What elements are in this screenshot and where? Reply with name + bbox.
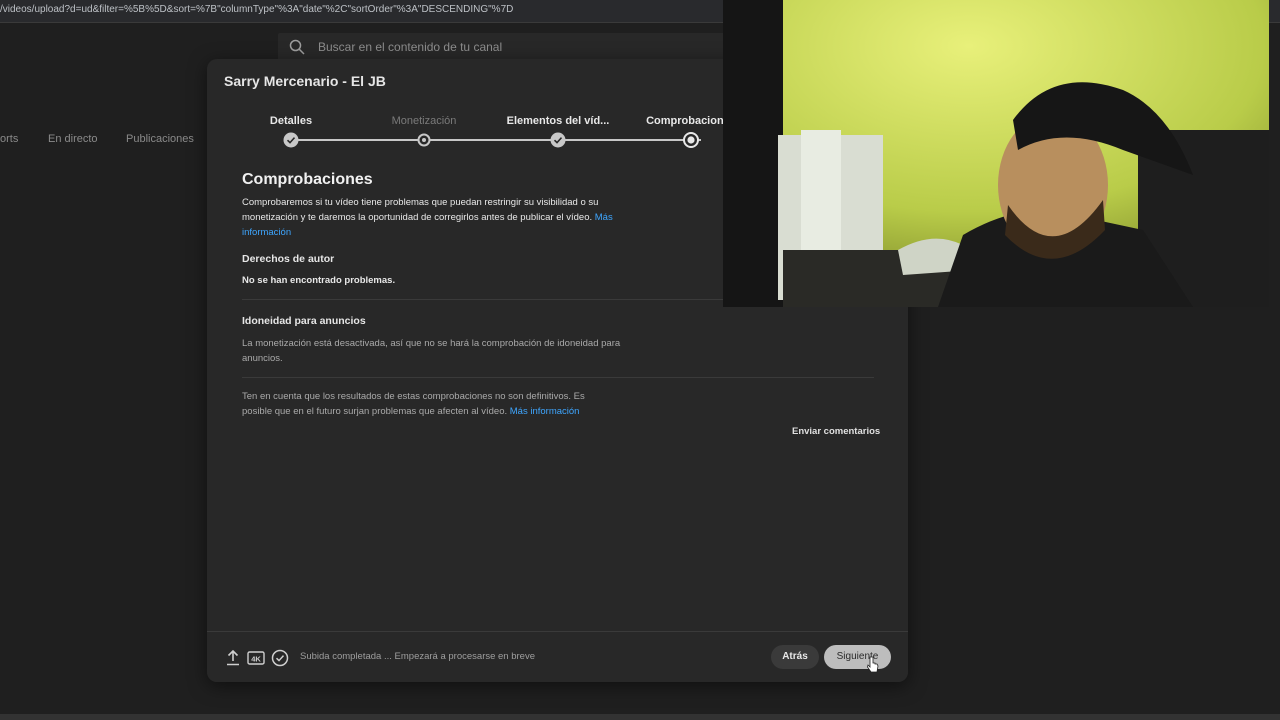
check-circle-icon [550, 132, 566, 148]
tab-live[interactable]: En directo [48, 133, 98, 145]
upload-status: Subida completada ... Empezará a procesa… [300, 651, 535, 662]
back-button[interactable]: Atrás [771, 645, 819, 669]
4k-icon: 4K [247, 651, 265, 665]
copyright-title: Derechos de autor [242, 253, 335, 265]
channel-search-input[interactable]: Buscar en el contenido de tu canal [278, 33, 728, 61]
step-details[interactable]: Detalles [221, 113, 361, 163]
copyright-status: No se han encontrado problemas. [242, 275, 396, 286]
step-dot-icon [417, 133, 431, 147]
step-label: Monetización [391, 115, 457, 127]
checks-note: Ten en cuenta que los resultados de esta… [242, 389, 602, 419]
step-video-elements[interactable]: Elementos del víd... [488, 113, 628, 163]
webcam-overlay [723, 0, 1269, 307]
current-step-icon [683, 132, 699, 148]
step-label: Detalles [269, 115, 313, 127]
ads-suitability-title: Idoneidad para anuncios [242, 315, 366, 327]
upload-icon [227, 649, 239, 666]
step-monetization: Monetización [354, 113, 494, 163]
check-circle-icon [283, 132, 299, 148]
search-icon [289, 39, 305, 55]
step-label: Elementos del víd... [506, 115, 610, 127]
tab-posts[interactable]: Publicaciones [126, 133, 194, 145]
bottom-strip [0, 714, 1280, 720]
send-feedback-link[interactable]: Enviar comentarios [792, 426, 880, 437]
checks-heading: Comprobaciones [242, 171, 373, 188]
search-placeholder: Buscar en el contenido de tu canal [318, 40, 503, 54]
checks-intro-text: Comprobaremos si tu vídeo tiene problema… [242, 197, 599, 223]
webcam-image [723, 0, 1269, 307]
video-title: Sarry Mercenario - El JB [224, 73, 386, 89]
hand-cursor-icon [867, 656, 879, 673]
checks-intro: Comprobaremos si tu vídeo tiene problema… [242, 195, 627, 240]
tab-shorts[interactable]: orts [0, 133, 18, 145]
divider [242, 377, 874, 378]
dialog-footer: 4K Subida completada ... Empezará a proc… [207, 631, 908, 682]
note-more-info-link[interactable]: Más información [510, 406, 580, 417]
url-text[interactable]: /videos/upload?d=ud&filter=%5B%5D&sort=%… [0, 4, 513, 15]
ads-suitability-text: La monetización está desactivada, así qu… [242, 338, 621, 364]
check-circle-outline-icon [271, 649, 289, 667]
next-button[interactable]: Siguiente [824, 645, 891, 669]
4k-badge-text: 4K [251, 655, 261, 664]
